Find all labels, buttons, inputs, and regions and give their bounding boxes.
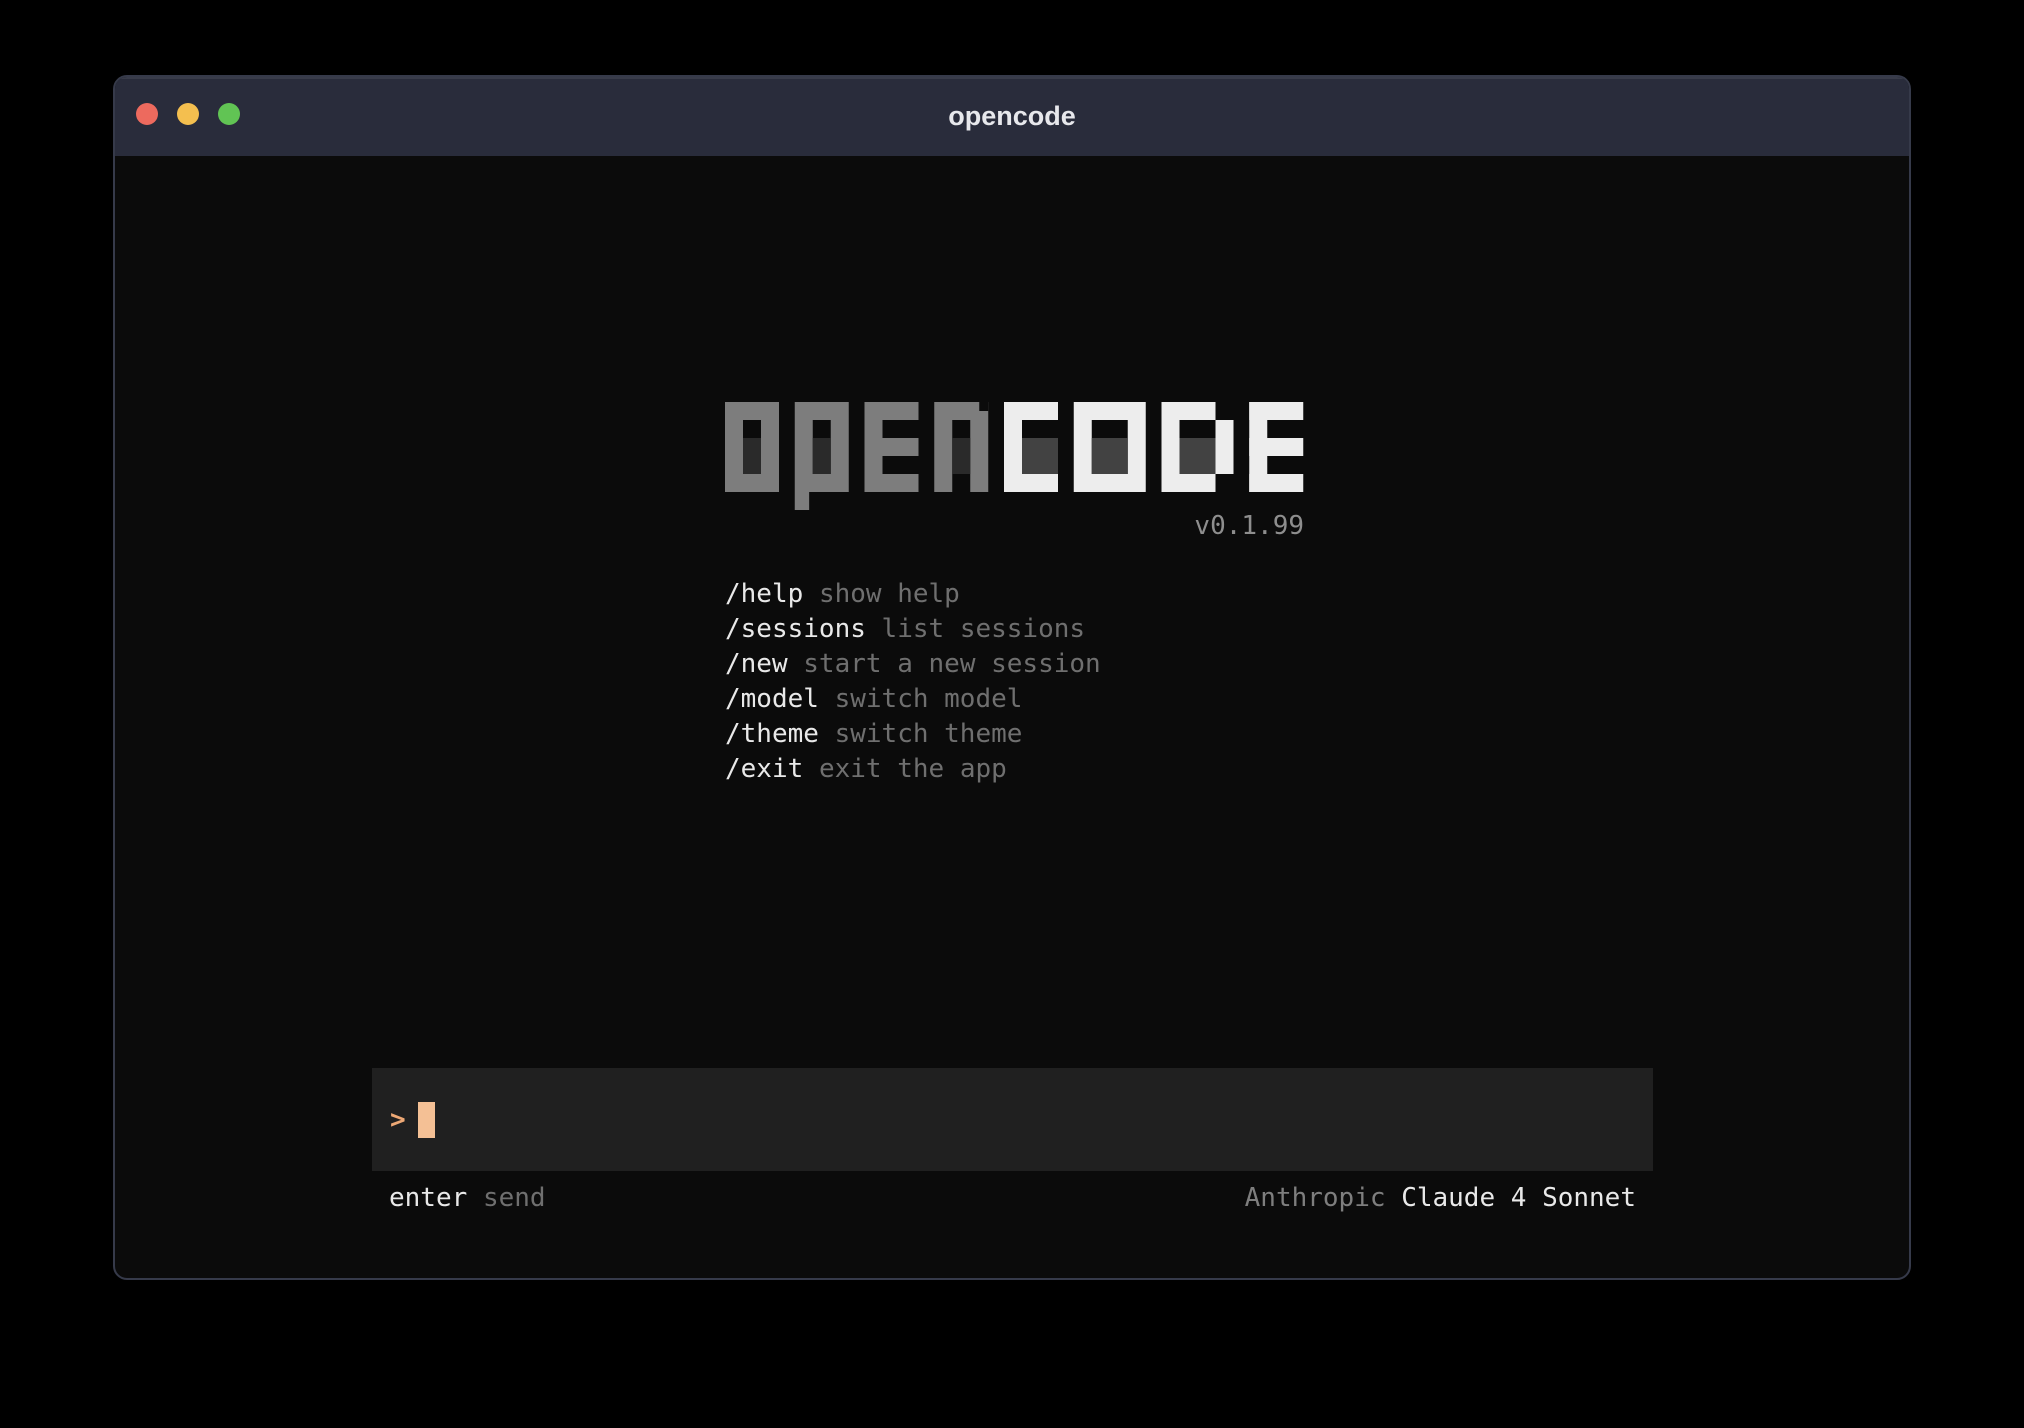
command-name: /exit: [725, 754, 803, 784]
command-description: switch model: [835, 684, 1023, 714]
command-list-item: /exit exit the app: [725, 752, 1304, 787]
command-list: /help show help/sessions list sessions/n…: [725, 577, 1304, 787]
screen: opencode v0.1.99 /help show help/session…: [0, 0, 2024, 1428]
command-description: exit the app: [819, 754, 1007, 784]
enter-hint-key: enter: [389, 1183, 467, 1213]
command-name: /theme: [725, 719, 819, 749]
command-description: show help: [819, 579, 960, 609]
command-name: /model: [725, 684, 819, 714]
prompt-chevron: >: [390, 1102, 406, 1138]
model-name: Claude 4 Sonnet: [1401, 1183, 1636, 1213]
command-description: start a new session: [803, 649, 1100, 679]
key-hint: enter send: [389, 1184, 546, 1212]
hero-section: v0.1.99 /help show help/sessions list se…: [725, 402, 1304, 787]
command-list-item: /model switch model: [725, 682, 1304, 717]
status-bar: enter send Anthropic Claude 4 Sonnet: [372, 1184, 1653, 1212]
command-description: switch theme: [835, 719, 1023, 749]
command-list-item: /help show help: [725, 577, 1304, 612]
command-name: /sessions: [725, 614, 866, 644]
opencode-window: opencode v0.1.99 /help show help/session…: [113, 75, 1911, 1280]
command-list-item: /theme switch theme: [725, 717, 1304, 752]
version-label: v0.1.99: [725, 511, 1304, 541]
message-input[interactable]: >: [372, 1068, 1653, 1171]
enter-hint-action: send: [483, 1183, 546, 1213]
opencode-logo: [725, 402, 1304, 510]
command-description: list sessions: [882, 614, 1086, 644]
command-name: /new: [725, 649, 788, 679]
model-indicator: Anthropic Claude 4 Sonnet: [1245, 1184, 1636, 1212]
model-provider: Anthropic: [1245, 1183, 1386, 1213]
command-name: /help: [725, 579, 803, 609]
window-title: opencode: [115, 77, 1909, 156]
opencode-logo-image: [725, 402, 1304, 510]
text-cursor: [418, 1102, 435, 1138]
command-list-item: /new start a new session: [725, 647, 1304, 682]
window-titlebar[interactable]: opencode: [115, 77, 1909, 156]
command-list-item: /sessions list sessions: [725, 612, 1304, 647]
